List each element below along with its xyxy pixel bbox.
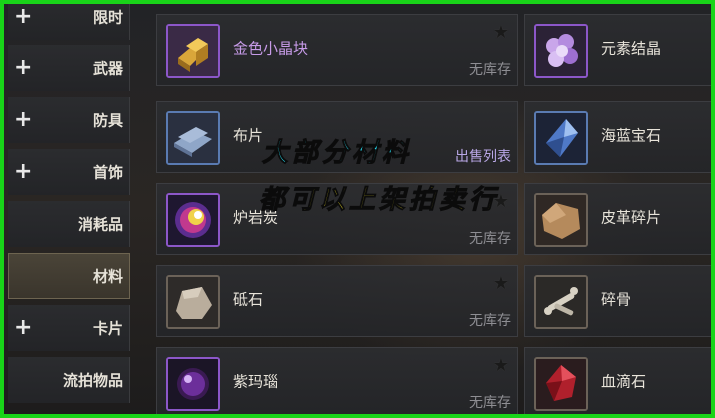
sidebar-tab-card[interactable]: + 卡片 [8, 305, 130, 351]
item-name: 砥石 [233, 290, 264, 309]
expand-plus-icon[interactable]: + [14, 57, 32, 79]
sidebar-tab-label: 限时 [92, 8, 123, 27]
expand-plus-icon[interactable]: + [14, 161, 32, 183]
item-card-element-crystal[interactable]: 元素结晶 [524, 14, 711, 86]
aquamarine-icon [534, 111, 588, 165]
sidebar-tab-weapon[interactable]: + 武器 [8, 45, 130, 91]
stock-status: 无库存 [469, 313, 511, 329]
item-card-gold-crystal[interactable]: 金色小晶块 ★ 无库存 [156, 14, 518, 86]
cloth-icon [166, 111, 220, 165]
stock-status: 无库存 [469, 62, 511, 78]
sidebar-tab-armor[interactable]: + 防具 [8, 97, 130, 143]
blood-stone-icon [534, 357, 588, 411]
category-sidebar: + 限时 + 武器 + 防具 + 首饰 消耗品 材料 + 卡片 流拍物品 [8, 4, 130, 414]
item-card-whetstone[interactable]: 砥石 ★ 无库存 [156, 265, 518, 337]
sidebar-tab-label: 武器 [92, 59, 123, 78]
item-name: 海蓝宝石 [601, 126, 662, 145]
sidebar-tab-label: 消耗品 [77, 215, 123, 234]
gold-crystal-icon [166, 24, 220, 78]
overlay-caption-line1: 大部分材料 [261, 138, 413, 169]
item-name: 元素结晶 [601, 39, 662, 58]
sidebar-tab-label: 流拍物品 [62, 371, 123, 390]
sell-list-link[interactable]: 出售列表 [455, 146, 511, 166]
expand-plus-icon[interactable]: + [14, 6, 32, 28]
sidebar-tab-label: 卡片 [92, 319, 123, 338]
element-crystal-icon [534, 24, 588, 78]
item-name: 皮革碎片 [601, 208, 662, 227]
stock-status: 无库存 [469, 231, 511, 247]
leather-icon [534, 193, 588, 247]
favorite-star-icon[interactable]: ★ [493, 357, 509, 375]
item-name: 布片 [233, 126, 264, 145]
sidebar-tab-consumable[interactable]: 消耗品 [8, 201, 130, 247]
favorite-star-icon[interactable]: ★ [493, 275, 509, 293]
item-name: 金色小晶块 [233, 39, 309, 58]
item-name: 紫玛瑙 [233, 372, 279, 391]
lava-coal-icon [166, 193, 220, 247]
item-name: 血滴石 [601, 372, 647, 391]
bone-icon [534, 275, 588, 329]
sidebar-tab-limited[interactable]: + 限时 [8, 4, 130, 40]
item-card-leather[interactable]: 皮革碎片 [524, 183, 711, 255]
sidebar-tab-unsold[interactable]: 流拍物品 [8, 357, 130, 403]
item-card-blood-stone[interactable]: 血滴石 [524, 347, 711, 414]
favorite-star-icon[interactable]: ★ [493, 24, 509, 42]
stock-status: 无库存 [469, 395, 511, 411]
sidebar-tab-accessory[interactable]: + 首饰 [8, 149, 130, 195]
item-card-bone[interactable]: 碎骨 [524, 265, 711, 337]
sidebar-tab-material[interactable]: 材料 [8, 253, 130, 299]
sidebar-tab-label: 防具 [92, 111, 123, 130]
sidebar-tab-label: 材料 [92, 267, 123, 286]
game-window: + 限时 + 武器 + 防具 + 首饰 消耗品 材料 + 卡片 流拍物品 金色小… [0, 0, 715, 418]
item-name: 碎骨 [601, 290, 632, 309]
sidebar-tab-label: 首饰 [92, 163, 123, 182]
overlay-caption-line2: 都可以上架拍卖行 [258, 185, 500, 216]
whetstone-icon [166, 275, 220, 329]
item-card-aquamarine[interactable]: 海蓝宝石 [524, 101, 711, 173]
item-card-purple-agate[interactable]: 紫玛瑙 ★ 无库存 [156, 347, 518, 414]
expand-plus-icon[interactable]: + [14, 109, 32, 131]
purple-agate-icon [166, 357, 220, 411]
expand-plus-icon[interactable]: + [14, 317, 32, 339]
